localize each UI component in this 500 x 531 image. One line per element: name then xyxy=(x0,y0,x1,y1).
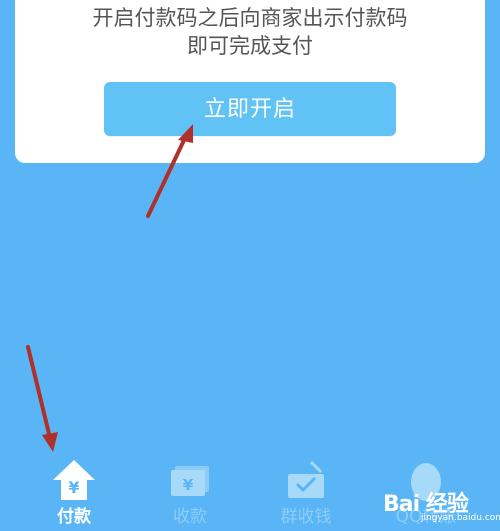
envelope-check-icon xyxy=(288,460,324,498)
tab-pay-label: 付款 xyxy=(57,507,91,527)
card-description-line1: 开启付款码之后向商家出示付款码 xyxy=(92,6,408,30)
enable-now-button[interactable]: 立即开启 xyxy=(104,82,396,136)
payment-code-card: 开启付款码之后向商家出示付款码 即可完成支付 立即开启 xyxy=(15,0,485,163)
tab-group-collect-label: 群收钱 xyxy=(280,507,332,527)
tab-pay[interactable]: ¥ 付款 xyxy=(24,448,124,531)
watermark-url: jingyan.baidu.com xyxy=(421,513,500,523)
card-description: 开启付款码之后向商家出示付款码 即可完成支付 xyxy=(15,4,485,60)
baidu-jingyan-watermark: Bai 经验 jingyan.baidu.com xyxy=(383,484,500,526)
yuan-receipt-icon: ¥ xyxy=(171,466,209,496)
yuan-home-icon: ¥ xyxy=(53,460,95,500)
tab-receive-label: 收款 xyxy=(173,507,207,527)
card-description-line2: 即可完成支付 xyxy=(187,34,313,58)
tab-receive[interactable]: ¥ 收款 xyxy=(140,448,240,531)
tab-group-collect[interactable]: 群收钱 xyxy=(256,448,356,531)
svg-text:¥: ¥ xyxy=(68,478,79,497)
svg-text:¥: ¥ xyxy=(183,476,194,494)
annotation-arrow-to-pay-tab xyxy=(26,345,58,452)
